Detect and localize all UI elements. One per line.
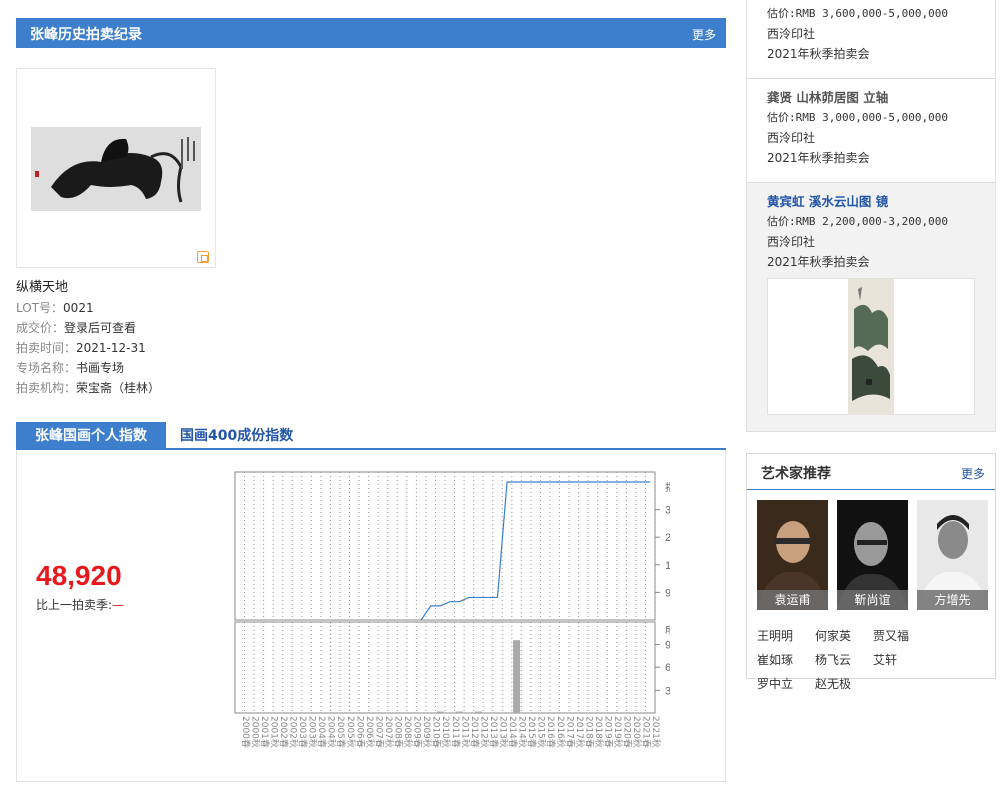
artist-link[interactable]: 罗中立 <box>757 672 815 696</box>
auction-item-2[interactable]: 龚贤 山林茆居图 立轴 估价:RMB 3,000,000-5,000,000 西… <box>747 88 995 168</box>
artist-recommend-more-link[interactable]: 更多 <box>961 465 985 482</box>
index-chart: 指数3913629352195689784成交额9463312000春2000秋… <box>234 471 670 748</box>
landscape-painting-image <box>848 279 894 415</box>
artist-recommend-title: 艺术家推荐 <box>761 466 831 482</box>
auction-estimate: 估价:RMB 2,200,000-3,200,000 <box>767 215 948 228</box>
auction-estimate: 估价:RMB 3,600,000-5,000,000 <box>767 7 948 20</box>
lot-title[interactable]: 纵横天地 <box>16 276 68 295</box>
artist-avatar-name: 靳尚谊 <box>837 590 908 610</box>
index-axis-label: 指数 <box>665 481 670 494</box>
index-tick-label: 9784 <box>665 587 670 599</box>
tab-composite-index[interactable]: 国画400成份指数 <box>180 422 293 450</box>
auction-title[interactable]: 龚贤 山林茆居图 立轴 <box>767 88 995 108</box>
artist-recommend-header: 艺术家推荐 更多 <box>747 454 995 490</box>
volume-bar <box>474 711 482 713</box>
index-tick-label: 19568 <box>665 560 670 572</box>
lot-image-frame[interactable] <box>16 68 216 268</box>
volume-bar <box>455 711 463 713</box>
lot-info: LOT号：0021 成交价：登录后可查看 拍卖时间：2021-12-31 专场名… <box>16 298 160 398</box>
volume-plot-frame <box>234 621 656 714</box>
auction-item-3[interactable]: 黄宾虹 溪水云山图 镜 估价:RMB 2,200,000-3,200,000 西… <box>747 192 995 272</box>
volume-tick-label: 94 <box>665 640 670 652</box>
artist-recommend-box: 艺术家推荐 更多 袁运甫 靳尚谊 方增先 王明明 何家英 贾又福崔如琢 杨飞云 艾轩罗中… <box>746 453 996 691</box>
auction-org: 西泠印社 <box>767 131 816 145</box>
lot-painting-image[interactable] <box>31 127 201 211</box>
index-tick-label: 39136 <box>665 505 670 517</box>
auction-title[interactable]: 黄宾虹 溪水云山图 镜 <box>767 192 995 212</box>
history-more-link[interactable]: 更多 <box>692 26 716 43</box>
tab-personal-index[interactable]: 张峰国画个人指数 <box>16 422 166 450</box>
volume-bar <box>513 640 521 713</box>
history-title: 张峰历史拍卖纪录 <box>30 27 142 43</box>
artist-link[interactable]: 王明明 <box>757 624 815 648</box>
volume-tick-label: 63 <box>665 662 670 674</box>
lot-house-row: 拍卖机构：荣宝斋（桂林） <box>16 381 161 395</box>
auction-org: 西泠印社 <box>767 235 816 249</box>
index-series-line <box>420 481 651 621</box>
auction-thumbnail[interactable] <box>767 278 975 415</box>
index-value: 48,920 <box>36 560 122 591</box>
artist-link[interactable]: 赵无极 <box>815 672 873 696</box>
index-tick-label: 29352 <box>665 532 670 544</box>
volume-bar <box>436 711 444 713</box>
x-tick-label: 2021秋 <box>650 716 662 748</box>
artist-avatar-2[interactable]: 靳尚谊 <box>837 500 908 610</box>
index-plot-frame <box>234 471 656 621</box>
lot-date-row: 拍卖时间：2021-12-31 <box>16 341 146 355</box>
artist-name-list: 王明明 何家英 贾又福崔如琢 杨飞云 艾轩罗中立 赵无极 <box>757 624 987 696</box>
auction-org: 西泠印社 <box>767 27 816 41</box>
artist-link[interactable]: 杨飞云 <box>815 648 873 672</box>
artist-avatar-1[interactable]: 袁运甫 <box>757 500 828 610</box>
auction-estimate: 估价:RMB 3,000,000-5,000,000 <box>767 111 948 124</box>
auction-sale: 2021年秋季拍卖会 <box>767 47 870 61</box>
auction-sale: 2021年秋季拍卖会 <box>767 255 870 269</box>
zoom-icon[interactable] <box>197 251 209 263</box>
auction-sale: 2021年秋季拍卖会 <box>767 151 870 165</box>
artist-link[interactable]: 崔如琢 <box>757 648 815 672</box>
lot-number-row: LOT号：0021 <box>16 301 94 315</box>
index-change-value: — <box>112 598 125 612</box>
volume-tick-label: 31 <box>665 685 670 697</box>
index-change: 比上一拍卖季:— <box>36 596 124 613</box>
artist-link[interactable]: 何家英 <box>815 624 873 648</box>
history-header: 张峰历史拍卖纪录 更多 <box>16 18 726 48</box>
lot-session-row: 专场名称：书画专场 <box>16 361 125 375</box>
index-change-label: 比上一拍卖季: <box>36 598 113 612</box>
lot-price-row: 成交价：登录后可查看 <box>16 321 137 335</box>
artist-link[interactable]: 艾轩 <box>873 648 931 672</box>
artist-avatar-3[interactable]: 方增先 <box>917 500 988 610</box>
artist-avatar-name: 袁运甫 <box>757 590 828 610</box>
artist-avatar-name: 方增先 <box>917 590 988 610</box>
volume-axis-label: 成交额 <box>665 623 670 636</box>
auction-item-1[interactable]: 估价:RMB 3,600,000-5,000,000 西泠印社 2021年秋季拍… <box>747 4 995 64</box>
artist-link[interactable]: 贾又福 <box>873 624 931 648</box>
